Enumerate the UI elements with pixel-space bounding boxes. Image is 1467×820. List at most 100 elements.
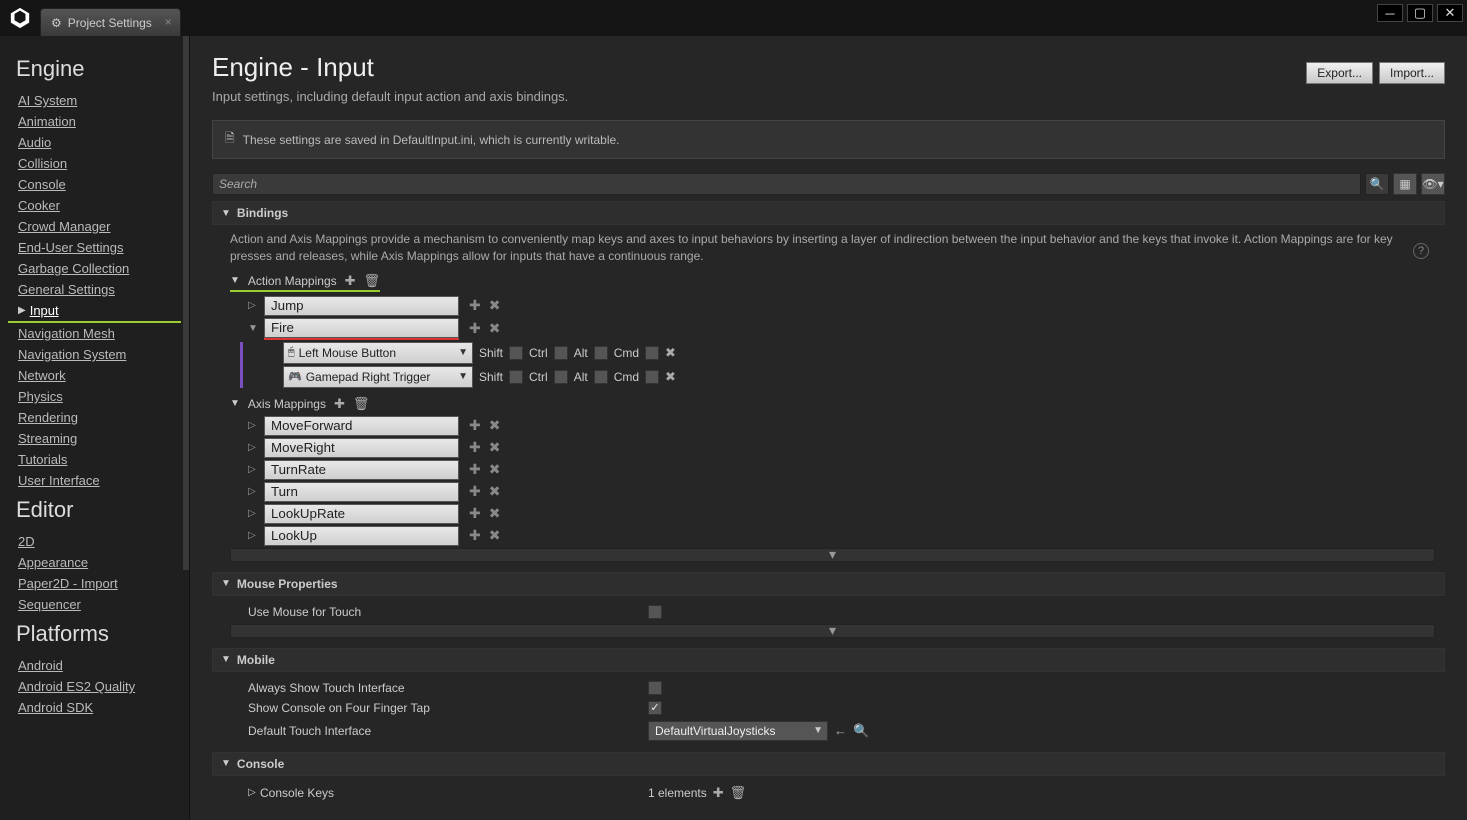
nav-network[interactable]: Network	[18, 365, 181, 386]
nav-android[interactable]: Android	[18, 655, 181, 676]
nav-physics[interactable]: Physics	[18, 386, 181, 407]
search-input[interactable]: Search	[212, 173, 1361, 195]
nav-ai-system[interactable]: AI System	[18, 90, 181, 111]
nav-console[interactable]: Console	[18, 174, 181, 195]
add-icon[interactable]: ✚	[469, 439, 481, 456]
axis-name-input[interactable]	[264, 526, 459, 546]
section-console[interactable]: ▼ Console	[212, 752, 1445, 776]
action-name-input[interactable]	[264, 318, 459, 338]
nav-crowd-manager[interactable]: Crowd Manager	[18, 216, 181, 237]
nav-audio[interactable]: Audio	[18, 132, 181, 153]
remove-icon[interactable]: ✖	[489, 461, 501, 478]
settings-scroll[interactable]: ▼ Bindings Action and Axis Mappings prov…	[212, 201, 1445, 810]
tab-close-icon[interactable]: ×	[165, 15, 172, 29]
remove-icon[interactable]: ✖	[489, 505, 501, 522]
delete-axis-mapping-icon[interactable]: 🗑	[353, 396, 370, 412]
nav-rendering[interactable]: Rendering	[18, 407, 181, 428]
touch-interface-dropdown[interactable]: DefaultVirtualJoysticks ▼	[648, 721, 828, 741]
sidebar[interactable]: Engine AI System Animation Audio Collisi…	[0, 36, 190, 820]
add-icon[interactable]: ✚	[469, 483, 481, 500]
nav-navsystem[interactable]: Navigation System	[18, 344, 181, 365]
remove-key-icon[interactable]: ✖	[665, 345, 676, 361]
alt-checkbox[interactable]	[594, 346, 608, 360]
nav-general[interactable]: General Settings	[18, 279, 181, 300]
nav-2d[interactable]: 2D	[18, 531, 181, 552]
four-finger-checkbox[interactable]	[648, 701, 662, 715]
window-minimize[interactable]: ─	[1377, 4, 1403, 22]
import-button[interactable]: Import...	[1379, 62, 1445, 84]
nav-animation[interactable]: Animation	[18, 111, 181, 132]
nav-android-sdk[interactable]: Android SDK	[18, 697, 181, 718]
section-mobile[interactable]: ▼ Mobile	[212, 648, 1445, 672]
remove-icon[interactable]: ✖	[489, 483, 501, 500]
window-maximize[interactable]: ▢	[1407, 4, 1433, 22]
add-icon[interactable]: ✚	[469, 297, 481, 314]
back-arrow-icon[interactable]: ←	[834, 723, 847, 738]
add-icon[interactable]: ✚	[469, 505, 481, 522]
search-icon[interactable]: 🔍	[1365, 173, 1389, 195]
remove-icon[interactable]: ✖	[489, 439, 501, 456]
caret-right-icon[interactable]: ▷	[248, 420, 258, 431]
nav-appearance[interactable]: Appearance	[18, 552, 181, 573]
remove-icon[interactable]: ✖	[489, 527, 501, 544]
action-name-input[interactable]	[264, 296, 459, 316]
axis-name-input[interactable]	[264, 460, 459, 480]
nav-input[interactable]: Input	[30, 300, 59, 321]
caret-down-icon[interactable]: ▼	[248, 323, 258, 334]
clear-console-keys-icon[interactable]: 🗑	[730, 785, 747, 801]
key-dropdown[interactable]: 🎮 Gamepad Right Trigger ▼	[283, 366, 473, 388]
add-axis-mapping-icon[interactable]: ✚	[334, 396, 345, 412]
add-icon[interactable]: ✚	[469, 320, 481, 337]
eye-dropdown-icon[interactable]: 👁▾	[1421, 173, 1445, 195]
caret-right-icon[interactable]: ▷	[248, 508, 258, 519]
axis-name-input[interactable]	[264, 438, 459, 458]
nav-sequencer[interactable]: Sequencer	[18, 594, 181, 615]
cmd-checkbox[interactable]	[645, 370, 659, 384]
grid-view-icon[interactable]: ▦	[1393, 173, 1417, 195]
tab-project-settings[interactable]: ⚙ Project Settings ×	[40, 8, 181, 36]
add-icon[interactable]: ✚	[469, 461, 481, 478]
axis-name-input[interactable]	[264, 482, 459, 502]
collapse-bar[interactable]: ▾	[230, 548, 1435, 562]
browse-icon[interactable]: 🔍	[853, 723, 869, 739]
ctrl-checkbox[interactable]	[554, 370, 568, 384]
section-bindings[interactable]: ▼ Bindings	[212, 201, 1445, 225]
nav-garbage[interactable]: Garbage Collection	[18, 258, 181, 279]
section-mouse[interactable]: ▼ Mouse Properties	[212, 572, 1445, 596]
nav-ui[interactable]: User Interface	[18, 470, 181, 491]
ctrl-checkbox[interactable]	[554, 346, 568, 360]
shift-checkbox[interactable]	[509, 346, 523, 360]
alt-checkbox[interactable]	[594, 370, 608, 384]
nav-tutorials[interactable]: Tutorials	[18, 449, 181, 470]
nav-end-user[interactable]: End-User Settings	[18, 237, 181, 258]
nav-cooker[interactable]: Cooker	[18, 195, 181, 216]
caret-right-icon[interactable]: ▷	[248, 300, 258, 311]
use-mouse-touch-checkbox[interactable]	[648, 605, 662, 619]
shift-checkbox[interactable]	[509, 370, 523, 384]
export-button[interactable]: Export...	[1306, 62, 1373, 84]
caret-right-icon[interactable]: ▷	[248, 464, 258, 475]
caret-right-icon[interactable]: ▷	[248, 787, 260, 798]
remove-key-icon[interactable]: ✖	[665, 369, 676, 385]
add-console-key-icon[interactable]: ✚	[713, 785, 724, 801]
caret-right-icon[interactable]: ▷	[248, 530, 258, 541]
remove-icon[interactable]: ✖	[489, 417, 501, 434]
cmd-checkbox[interactable]	[645, 346, 659, 360]
add-icon[interactable]: ✚	[469, 527, 481, 544]
axis-name-input[interactable]	[264, 504, 459, 524]
caret-down-icon[interactable]: ▼	[230, 398, 240, 409]
always-show-touch-checkbox[interactable]	[648, 681, 662, 695]
nav-paper2d[interactable]: Paper2D - Import	[18, 573, 181, 594]
remove-icon[interactable]: ✖	[489, 297, 501, 314]
remove-icon[interactable]: ✖	[489, 320, 501, 337]
key-dropdown[interactable]: 🖱 Left Mouse Button ▼	[283, 342, 473, 364]
add-action-mapping-icon[interactable]: ✚	[345, 273, 356, 289]
add-icon[interactable]: ✚	[469, 417, 481, 434]
nav-collision[interactable]: Collision	[18, 153, 181, 174]
collapse-bar[interactable]: ▾	[230, 624, 1435, 638]
caret-down-icon[interactable]: ▼	[230, 275, 240, 286]
axis-name-input[interactable]	[264, 416, 459, 436]
nav-android-es2[interactable]: Android ES2 Quality	[18, 676, 181, 697]
help-icon[interactable]: ?	[1413, 243, 1429, 259]
caret-right-icon[interactable]: ▷	[248, 442, 258, 453]
